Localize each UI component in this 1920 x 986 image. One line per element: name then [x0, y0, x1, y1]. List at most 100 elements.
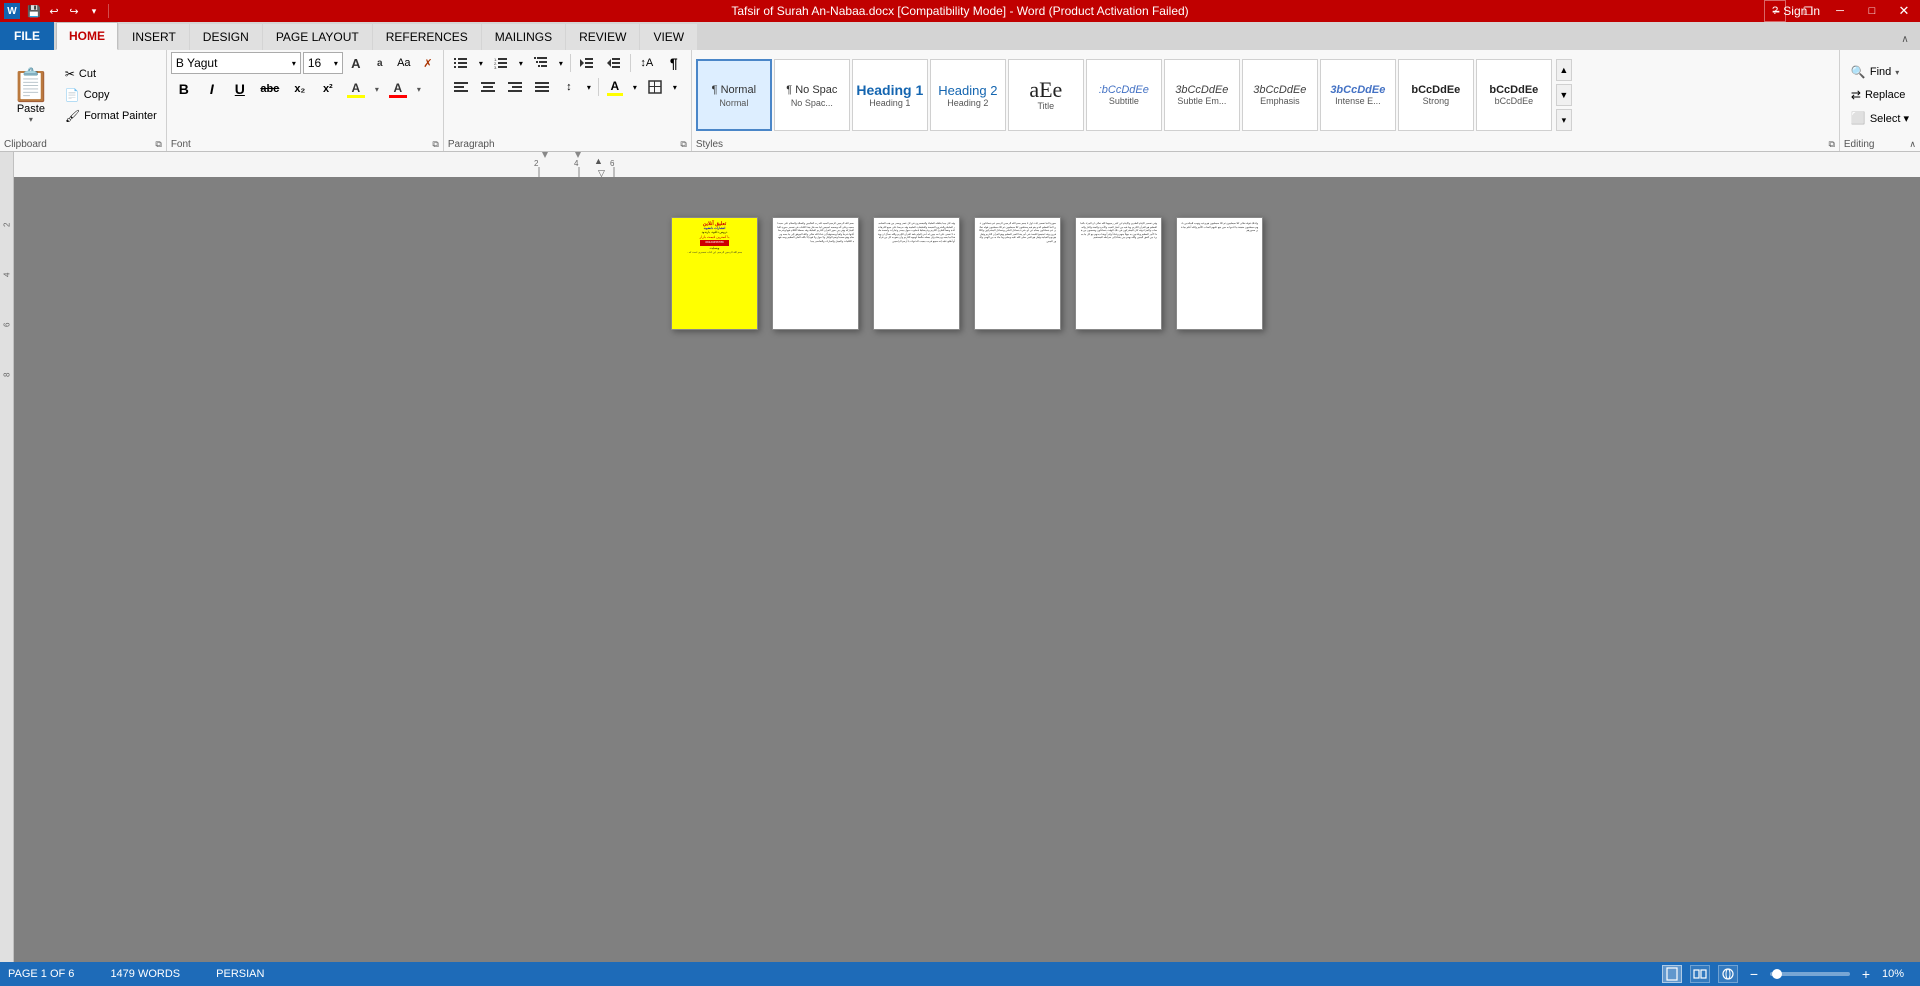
style-heading2-label: Heading 2	[947, 98, 988, 108]
justify-btn[interactable]	[529, 76, 555, 98]
font-shrink-btn[interactable]: a	[369, 52, 391, 74]
editing-expand-icon[interactable]: ∧	[1909, 139, 1916, 150]
clear-format-btn[interactable]: ✗	[417, 52, 439, 74]
tab-design[interactable]: DESIGN	[190, 24, 262, 50]
border-btn[interactable]	[642, 76, 668, 98]
cut-btn[interactable]: ✂ Cut	[60, 64, 162, 84]
highlight-color-btn[interactable]: A	[343, 76, 369, 102]
select-btn[interactable]: ⬜ Select ▾	[1844, 108, 1916, 128]
print-layout-view-btn[interactable]	[1662, 965, 1682, 983]
bullets-dropdown[interactable]: ▾	[475, 52, 487, 74]
bold-btn[interactable]: B	[171, 76, 197, 102]
tab-file[interactable]: FILE	[0, 22, 54, 50]
tab-references[interactable]: REFERENCES	[373, 24, 481, 50]
qat-save-btn[interactable]: 💾	[24, 1, 44, 21]
minimize-btn[interactable]: ─	[1824, 0, 1856, 22]
paste-dropdown-arrow: ▾	[29, 115, 33, 124]
replace-btn[interactable]: ⇄ Replace	[1844, 85, 1916, 105]
replace-icon: ⇄	[1851, 88, 1861, 102]
font-size-dropdown[interactable]: 16 ▾	[303, 52, 343, 74]
subscript-btn[interactable]: x₂	[287, 76, 313, 102]
multilevel-btn[interactable]	[528, 52, 554, 74]
numbering-dropdown[interactable]: ▾	[515, 52, 527, 74]
shading-dropdown[interactable]: ▾	[629, 76, 641, 98]
read-mode-view-btn[interactable]	[1690, 965, 1710, 983]
tab-view[interactable]: VIEW	[640, 24, 697, 50]
format-painter-btn[interactable]: 🖌 Format Painter	[60, 106, 162, 126]
zoom-in-btn[interactable]: +	[1858, 966, 1874, 982]
style-last[interactable]: bCcDdEe bCcDdEe	[1476, 59, 1552, 131]
restore-btn[interactable]: ❐	[1792, 0, 1824, 22]
align-center-btn[interactable]	[475, 76, 501, 98]
close-btn[interactable]: ✕	[1888, 0, 1920, 22]
tab-home[interactable]: HOME	[56, 22, 118, 50]
font-grow-btn[interactable]: A	[345, 52, 367, 74]
qat-undo-btn[interactable]: ↩	[44, 1, 64, 21]
style-subtitle[interactable]: :bCcDdEe Subtitle	[1086, 59, 1162, 131]
change-case-btn[interactable]: Aa	[393, 52, 415, 74]
decrease-indent-btn[interactable]	[574, 52, 600, 74]
style-no-spacing[interactable]: ¶ No Spac No Spac...	[774, 59, 850, 131]
separator-v1	[570, 54, 571, 72]
line-spacing-btn[interactable]: ↕	[556, 76, 582, 98]
style-heading1[interactable]: Heading 1 Heading 1	[852, 59, 928, 131]
tab-mailings[interactable]: MAILINGS	[482, 24, 565, 50]
find-btn[interactable]: 🔍 Find ▾	[1844, 62, 1916, 82]
line-spacing-dropdown[interactable]: ▾	[583, 76, 595, 98]
increase-indent-btn[interactable]	[601, 52, 627, 74]
superscript-btn[interactable]: x²	[315, 76, 341, 102]
qat-more-btn[interactable]: ▾	[84, 1, 104, 21]
multilevel-dropdown[interactable]: ▾	[555, 52, 567, 74]
font-color-btn[interactable]: A	[385, 76, 411, 102]
qat-redo-btn[interactable]: ↪	[64, 1, 84, 21]
underline-btn[interactable]: U	[227, 76, 253, 102]
highlight-dropdown-arrow[interactable]: ▾	[371, 76, 383, 102]
qat-separator	[108, 4, 109, 18]
tab-insert[interactable]: INSERT	[119, 24, 189, 50]
style-normal[interactable]: ¶ Normal Normal	[696, 59, 772, 131]
font-name-dropdown[interactable]: B Yagut ▾	[171, 52, 301, 74]
paragraph-expand-icon[interactable]: ⧉	[680, 139, 686, 150]
styles-more-btn[interactable]: ▾	[1556, 109, 1572, 131]
zoom-percent[interactable]: 10%	[1882, 968, 1912, 980]
style-intense-emphasis[interactable]: 3bCcDdEe Intense E...	[1320, 59, 1396, 131]
web-layout-view-btn[interactable]	[1718, 965, 1738, 983]
strikethrough-btn[interactable]: abc	[255, 76, 285, 102]
bullets-btn[interactable]	[448, 52, 474, 74]
style-emphasis[interactable]: 3bCcDdEe Emphasis	[1242, 59, 1318, 131]
svg-text:4: 4	[3, 272, 12, 277]
paste-btn[interactable]: 📋 Paste ▾	[4, 52, 58, 138]
svg-text:▲: ▲	[594, 156, 603, 166]
styles-scroll-up-btn[interactable]: ▲	[1556, 59, 1572, 81]
maximize-btn[interactable]: □	[1856, 0, 1888, 22]
copy-btn[interactable]: 📄 Copy	[60, 85, 162, 105]
collapse-ribbon-btn[interactable]: ∧	[1894, 28, 1916, 50]
style-no-spacing-label: No Spac...	[791, 98, 833, 108]
zoom-out-btn[interactable]: −	[1746, 966, 1762, 982]
style-subtle-emphasis[interactable]: 3bCcDdEe Subtle Em...	[1164, 59, 1240, 131]
shading-btn[interactable]: A	[602, 76, 628, 98]
style-strong[interactable]: bCcDdEe Strong	[1398, 59, 1474, 131]
tab-review[interactable]: REVIEW	[566, 24, 639, 50]
font-color-dropdown-arrow[interactable]: ▾	[413, 76, 425, 102]
italic-btn[interactable]: I	[199, 76, 225, 102]
clipboard-expand-icon[interactable]: ⧉	[155, 139, 161, 150]
styles-expand-icon[interactable]: ⧉	[1828, 139, 1834, 150]
styles-scroll-down-btn[interactable]: ▼	[1556, 84, 1572, 106]
style-last-label: bCcDdEe	[1495, 96, 1534, 106]
style-title[interactable]: aEe Title	[1008, 59, 1084, 131]
align-right-btn[interactable]	[502, 76, 528, 98]
separator-v3	[598, 78, 599, 96]
show-marks-btn[interactable]: ¶	[661, 52, 687, 74]
border-dropdown[interactable]: ▾	[669, 76, 681, 98]
align-left-btn[interactable]	[448, 76, 474, 98]
zoom-slider-track[interactable]	[1770, 972, 1850, 976]
style-heading2[interactable]: Heading 2 Heading 2	[930, 59, 1006, 131]
tab-page-layout[interactable]: PAGE LAYOUT	[263, 24, 372, 50]
ribbon-minimize-btn[interactable]: 🗕	[1760, 0, 1792, 22]
zoom-slider-thumb[interactable]	[1772, 969, 1782, 979]
font-expand-icon[interactable]: ⧉	[432, 139, 438, 150]
sort-btn[interactable]: ↕A	[634, 52, 660, 74]
numbering-btn[interactable]: 1. 2. 3.	[488, 52, 514, 74]
ruler[interactable]: 2 4 6 ▲ ▽	[14, 152, 1920, 177]
